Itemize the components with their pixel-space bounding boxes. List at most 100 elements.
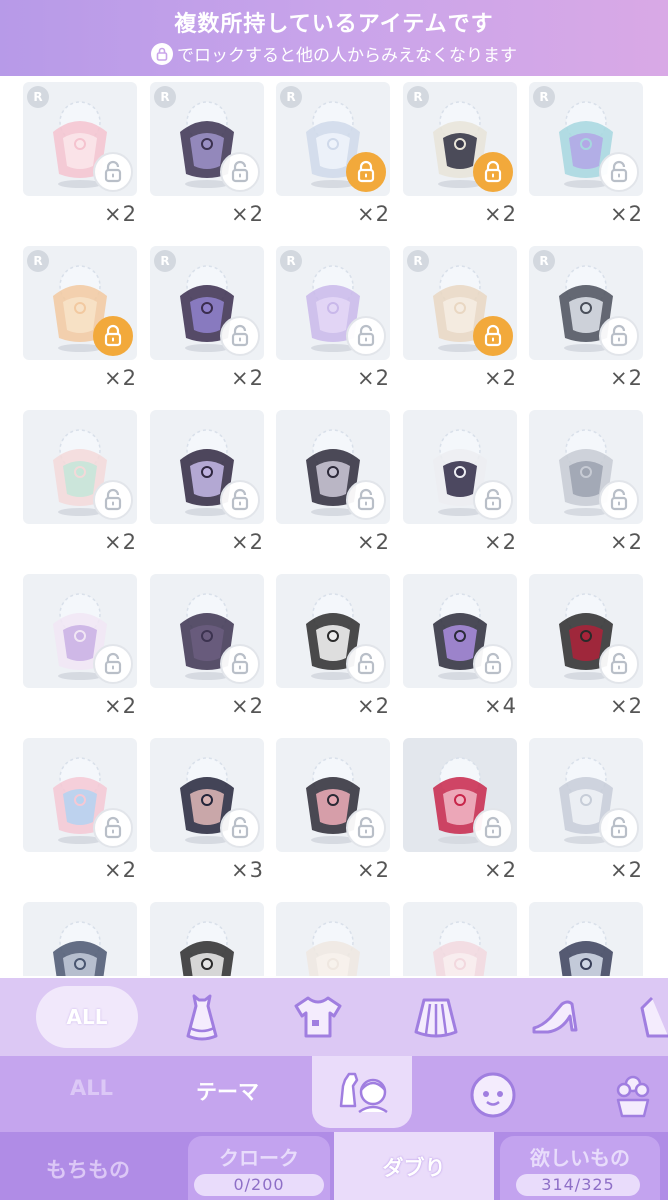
tab-closet[interactable]: クローク 0/200 [188, 1136, 330, 1200]
item-count: ×2 [357, 694, 390, 718]
lock-open-icon[interactable] [599, 316, 639, 356]
item-count: ×2 [231, 694, 264, 718]
lock-closed-icon[interactable] [473, 152, 513, 192]
item-card[interactable] [276, 574, 390, 688]
lock-open-icon[interactable] [599, 644, 639, 684]
item-count: ×2 [484, 202, 517, 226]
lock-closed-icon[interactable] [93, 316, 133, 356]
lock-open-icon[interactable] [346, 808, 386, 848]
rarity-badge: R [154, 250, 176, 272]
item-card[interactable] [403, 574, 517, 688]
item-card[interactable] [23, 410, 137, 524]
tab-duplicates-label: ダブり [382, 1156, 446, 1180]
rarity-badge: R [407, 250, 429, 272]
lock-open-icon[interactable] [220, 152, 260, 192]
item-card[interactable]: R [529, 82, 643, 196]
black-boots-image [150, 902, 264, 976]
top-shirt-icon[interactable] [290, 990, 346, 1044]
lock-open-icon[interactable] [473, 480, 513, 520]
blue-boots-image [23, 902, 137, 976]
lock-open-icon[interactable] [93, 480, 133, 520]
heel-shoe-icon[interactable] [528, 990, 584, 1044]
item-card[interactable] [23, 902, 137, 976]
item-card[interactable]: R [403, 246, 517, 360]
item-card[interactable] [150, 738, 264, 852]
item-card[interactable]: R [150, 82, 264, 196]
item-card[interactable]: R [276, 82, 390, 196]
item-count: ×2 [610, 530, 643, 554]
item-count: ×2 [231, 366, 264, 390]
item-count: ×2 [231, 530, 264, 554]
lock-open-icon[interactable] [220, 644, 260, 684]
item-card[interactable]: R [403, 82, 517, 196]
item-grid: ×2 R ×2 R ×2 R ×2 R ×2 R ×2 R ×2 R ×2 R ×2 R ×2 R ×2 ×2 ×2 ×2 ×2… [0, 76, 668, 976]
skirt-icon[interactable] [408, 990, 464, 1044]
item-card[interactable] [150, 410, 264, 524]
tab-duplicates[interactable]: ダブり [334, 1132, 494, 1200]
item-card[interactable] [403, 738, 517, 852]
item-card[interactable] [276, 410, 390, 524]
item-count: ×2 [357, 530, 390, 554]
item-card[interactable] [529, 902, 643, 976]
item-card[interactable]: R [529, 246, 643, 360]
item-count: ×2 [104, 366, 137, 390]
lock-open-icon[interactable] [220, 808, 260, 848]
item-count: ×4 [484, 694, 517, 718]
tab-wishlist-label: 欲しいもの [530, 1146, 630, 1170]
banner-subtitle: でロックすると他の人からみえなくなります [0, 41, 668, 66]
item-count: ×2 [104, 530, 137, 554]
item-count: ×2 [610, 858, 643, 882]
jacket-icon[interactable] [640, 990, 668, 1044]
lock-open-icon[interactable] [473, 644, 513, 684]
item-card[interactable] [276, 738, 390, 852]
item-card[interactable] [276, 902, 390, 976]
tab-owned[interactable]: もちもの [28, 1154, 148, 1184]
item-card[interactable]: R [150, 246, 264, 360]
item-count: ×2 [484, 858, 517, 882]
lock-closed-icon[interactable] [346, 152, 386, 192]
lock-open-icon[interactable] [599, 808, 639, 848]
banner-title: 複数所持しているアイテムです [174, 12, 494, 37]
dress-icon[interactable] [174, 990, 230, 1044]
item-card[interactable] [23, 574, 137, 688]
lock-open-icon[interactable] [346, 316, 386, 356]
item-card[interactable]: R [23, 246, 137, 360]
item-card[interactable]: R [276, 246, 390, 360]
item-card[interactable] [403, 902, 517, 976]
item-card[interactable] [150, 574, 264, 688]
item-card[interactable] [529, 410, 643, 524]
lock-open-icon[interactable] [93, 808, 133, 848]
lock-open-icon[interactable] [473, 808, 513, 848]
lock-open-icon[interactable] [346, 644, 386, 684]
lock-open-icon[interactable] [220, 316, 260, 356]
wishlist-counter: 314/325 [516, 1174, 640, 1196]
sub-tab-coordinate[interactable] [312, 1056, 412, 1128]
sub-tab-theme[interactable]: テーマ [196, 1076, 259, 1106]
lock-open-icon[interactable] [346, 480, 386, 520]
lock-closed-icon[interactable] [473, 316, 513, 356]
rarity-badge: R [280, 86, 302, 108]
item-card[interactable] [403, 410, 517, 524]
banner-subtitle-text: でロックすると他の人からみえなくなります [177, 46, 517, 66]
lock-icon [151, 42, 173, 65]
sub-tab-all[interactable]: ALL [70, 1076, 113, 1100]
lock-open-icon[interactable] [599, 152, 639, 192]
accessory-flower-icon[interactable] [606, 1068, 660, 1122]
tab-wishlist[interactable]: 欲しいもの 314/325 [500, 1136, 660, 1200]
lock-open-icon[interactable] [599, 480, 639, 520]
item-card[interactable] [529, 738, 643, 852]
category-all-button[interactable]: ALL [36, 986, 138, 1048]
item-card[interactable]: R [23, 82, 137, 196]
item-count: ×2 [357, 366, 390, 390]
rarity-badge: R [533, 250, 555, 272]
item-count: ×2 [104, 858, 137, 882]
rarity-badge: R [27, 250, 49, 272]
item-card[interactable] [150, 902, 264, 976]
lock-open-icon[interactable] [93, 152, 133, 192]
face-icon[interactable] [466, 1068, 520, 1122]
lock-open-icon[interactable] [93, 644, 133, 684]
item-card[interactable] [23, 738, 137, 852]
lock-open-icon[interactable] [220, 480, 260, 520]
item-card[interactable] [529, 574, 643, 688]
item-count: ×2 [104, 202, 137, 226]
